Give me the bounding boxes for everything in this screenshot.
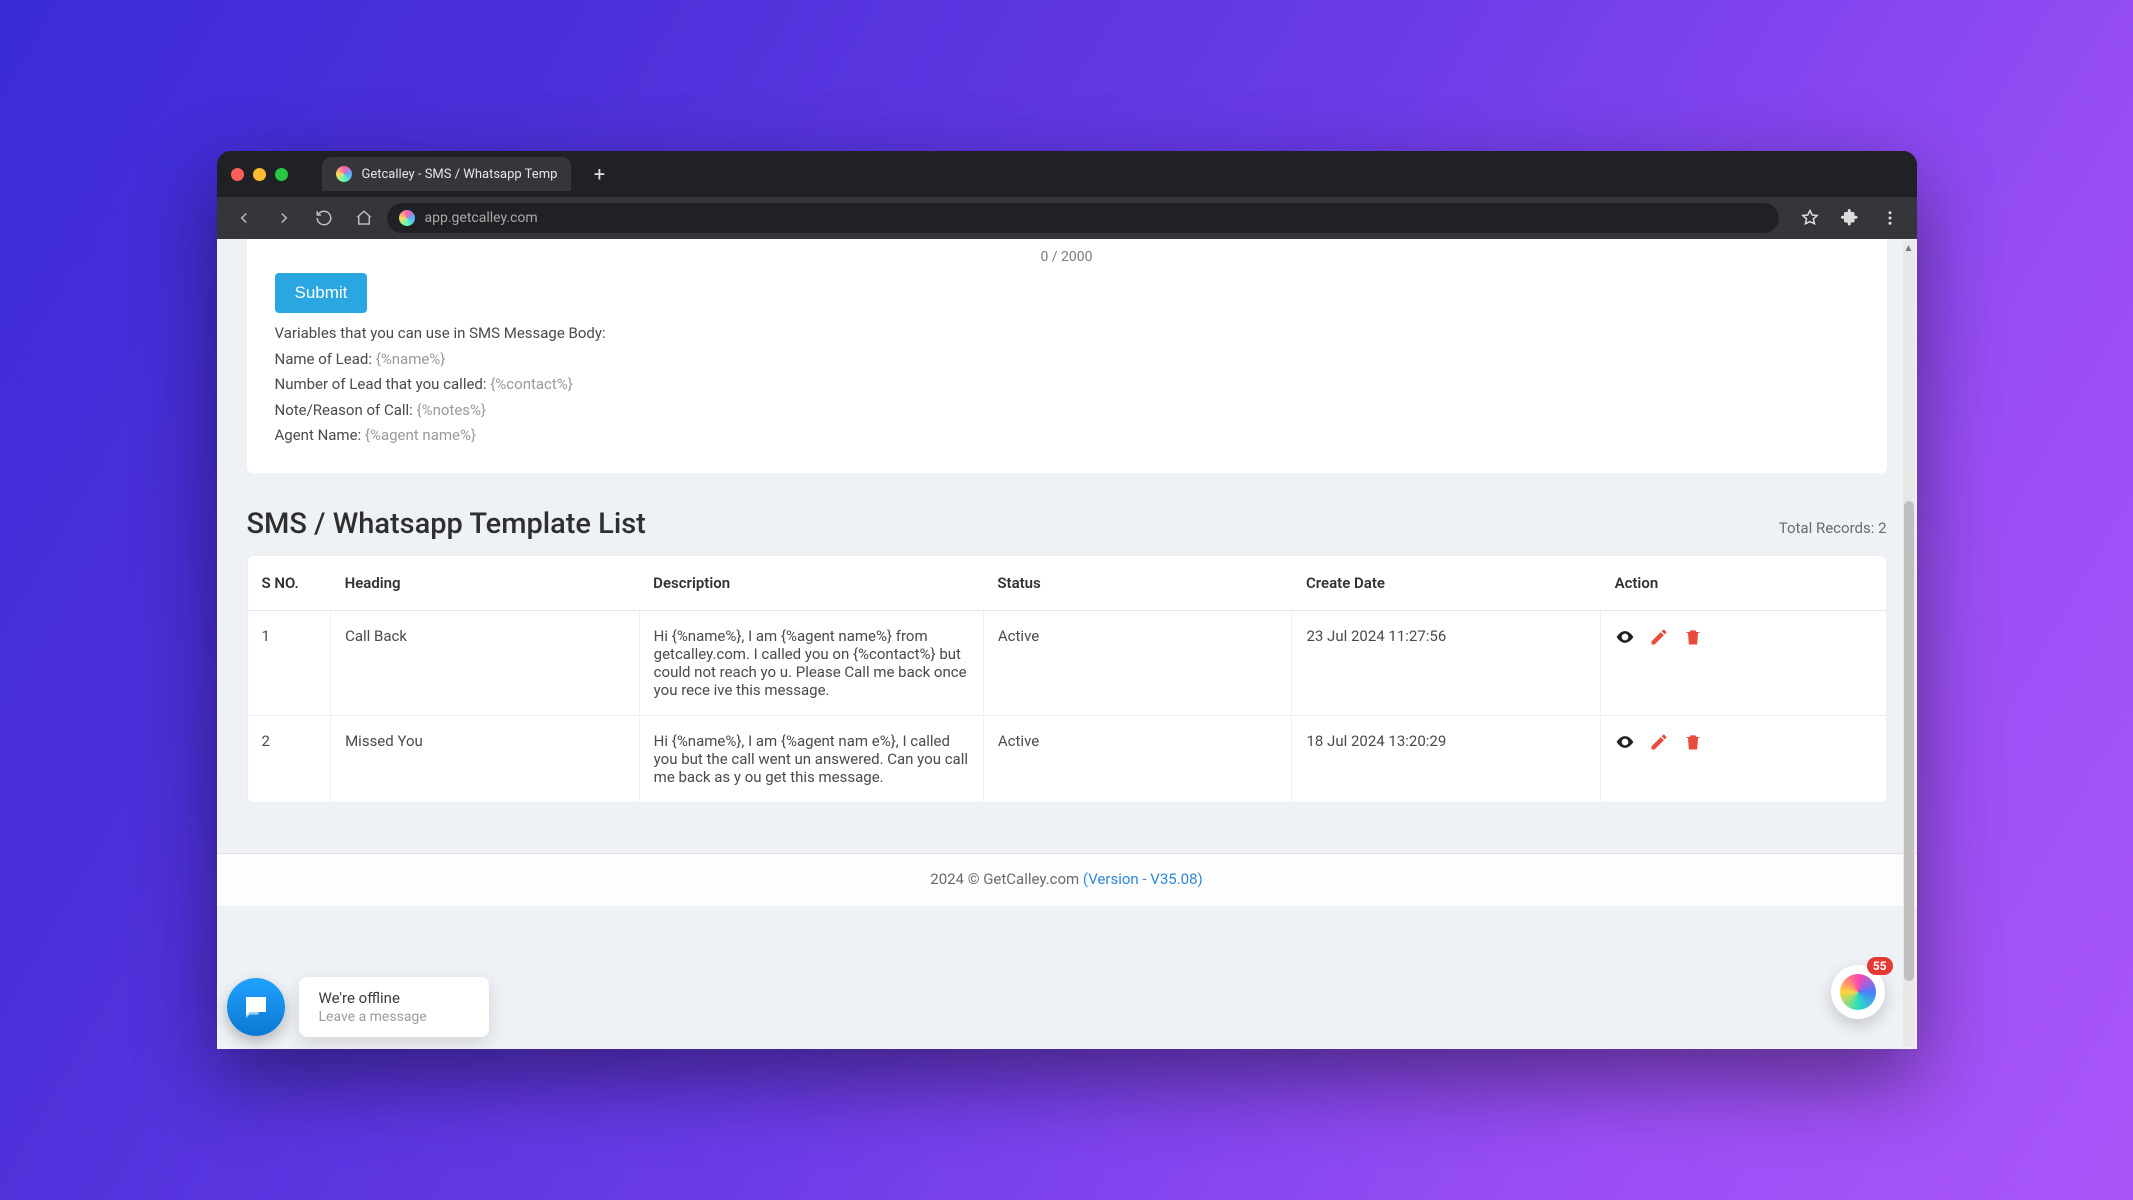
list-header: SMS / Whatsapp Template List Total Recor…	[247, 507, 1887, 541]
cell-heading: Missed You	[331, 715, 640, 802]
variable-row: Note/Reason of Call: {%notes%}	[275, 398, 1859, 424]
delete-icon[interactable]	[1683, 627, 1703, 647]
variable-label: Number of Lead that you called:	[275, 375, 491, 393]
col-description: Description	[639, 556, 983, 611]
scroll-up-arrow-icon[interactable]: ▲	[1903, 241, 1915, 255]
url-input[interactable]: app.getcalley.com	[387, 203, 1779, 233]
window-minimize-button[interactable]	[253, 168, 266, 181]
cell-create-date: 23 Jul 2024 11:27:56	[1292, 610, 1601, 715]
delete-icon[interactable]	[1683, 732, 1703, 752]
window-close-button[interactable]	[231, 168, 244, 181]
help-widget[interactable]: 55	[1831, 965, 1885, 1019]
edit-icon[interactable]	[1649, 627, 1669, 647]
template-table: S NO. Heading Description Status Create …	[248, 556, 1886, 802]
traffic-lights	[231, 168, 288, 181]
tab-bar: Getcalley - SMS / Whatsapp Temp +	[217, 151, 1917, 197]
nav-home-button[interactable]	[347, 201, 381, 235]
page-footer: 2024 © GetCalley.com (Version - V35.08)	[217, 853, 1917, 906]
variable-placeholder: {%notes%}	[417, 401, 487, 419]
variables-help: Variables that you can use in SMS Messag…	[275, 321, 1859, 449]
window-maximize-button[interactable]	[275, 168, 288, 181]
cell-sno: 2	[248, 715, 331, 802]
page-viewport: ▲ 0 / 2000 Submit Variables that you can…	[217, 239, 1917, 1049]
char-counter: 0 / 2000	[275, 247, 1859, 273]
chat-status-card[interactable]: We're offline Leave a message	[299, 977, 489, 1037]
variable-label: Agent Name:	[275, 426, 365, 444]
footer-version-link[interactable]: (Version - V35.08)	[1083, 870, 1203, 888]
total-records: Total Records: 2	[1779, 519, 1887, 537]
col-create-date: Create Date	[1292, 556, 1601, 611]
cell-create-date: 18 Jul 2024 13:20:29	[1292, 715, 1601, 802]
template-table-card: S NO. Heading Description Status Create …	[247, 555, 1887, 803]
vertical-scrollbar[interactable]: ▲	[1903, 241, 1915, 1047]
cell-action	[1601, 715, 1886, 802]
list-title: SMS / Whatsapp Template List	[247, 507, 646, 541]
view-icon[interactable]	[1615, 732, 1635, 752]
submit-button[interactable]: Submit	[275, 273, 368, 313]
edit-icon[interactable]	[1649, 732, 1669, 752]
cell-description: Hi {%name%}, I am {%agent nam e%}, I cal…	[639, 715, 983, 802]
nav-reload-button[interactable]	[307, 201, 341, 235]
table-row: 2 Missed You Hi {%name%}, I am {%agent n…	[248, 715, 1886, 802]
variable-placeholder: {%contact%}	[490, 375, 573, 393]
chat-status-subtitle: Leave a message	[319, 1009, 469, 1025]
cell-description: Hi {%name%}, I am {%agent name%} from ge…	[639, 610, 983, 715]
browser-tab[interactable]: Getcalley - SMS / Whatsapp Temp	[322, 157, 572, 191]
address-bar: app.getcalley.com	[217, 197, 1917, 239]
variable-row: Number of Lead that you called: {%contac…	[275, 372, 1859, 398]
table-header-row: S NO. Heading Description Status Create …	[248, 556, 1886, 611]
help-badge: 55	[1867, 957, 1893, 975]
col-action: Action	[1601, 556, 1886, 611]
url-favicon-icon	[399, 210, 415, 226]
cell-heading: Call Back	[331, 610, 640, 715]
chat-widget[interactable]: We're offline Leave a message	[227, 977, 489, 1037]
chat-bubble-icon[interactable]	[227, 978, 285, 1036]
browser-menu-button[interactable]	[1873, 201, 1907, 235]
tab-favicon-icon	[336, 166, 352, 182]
tab-title: Getcalley - SMS / Whatsapp Temp	[362, 167, 558, 182]
cell-action	[1601, 610, 1886, 715]
variable-label: Name of Lead:	[275, 350, 376, 368]
col-status: Status	[983, 556, 1292, 611]
footer-copyright: 2024 © GetCalley.com	[930, 870, 1083, 888]
bookmark-star-button[interactable]	[1793, 201, 1827, 235]
variables-intro: Variables that you can use in SMS Messag…	[275, 321, 1859, 347]
browser-window: Getcalley - SMS / Whatsapp Temp + app.ge…	[217, 151, 1917, 1049]
variable-placeholder: {%name%}	[376, 350, 446, 368]
nav-forward-button[interactable]	[267, 201, 301, 235]
view-icon[interactable]	[1615, 627, 1635, 647]
url-text: app.getcalley.com	[425, 210, 538, 226]
variable-placeholder: {%agent name%}	[365, 426, 476, 444]
col-sno: S NO.	[248, 556, 331, 611]
nav-back-button[interactable]	[227, 201, 261, 235]
cell-status: Active	[983, 715, 1292, 802]
chat-status-title: We're offline	[319, 989, 469, 1007]
help-swirl-icon	[1840, 974, 1876, 1010]
variable-row: Agent Name: {%agent name%}	[275, 423, 1859, 449]
new-tab-button[interactable]: +	[585, 160, 613, 188]
variable-row: Name of Lead: {%name%}	[275, 347, 1859, 373]
cell-status: Active	[983, 610, 1292, 715]
variable-label: Note/Reason of Call:	[275, 401, 417, 419]
col-heading: Heading	[331, 556, 640, 611]
table-row: 1 Call Back Hi {%name%}, I am {%agent na…	[248, 610, 1886, 715]
scrollbar-thumb[interactable]	[1904, 501, 1914, 981]
extensions-button[interactable]	[1833, 201, 1867, 235]
cell-sno: 1	[248, 610, 331, 715]
template-form-card: 0 / 2000 Submit Variables that you can u…	[247, 239, 1887, 473]
